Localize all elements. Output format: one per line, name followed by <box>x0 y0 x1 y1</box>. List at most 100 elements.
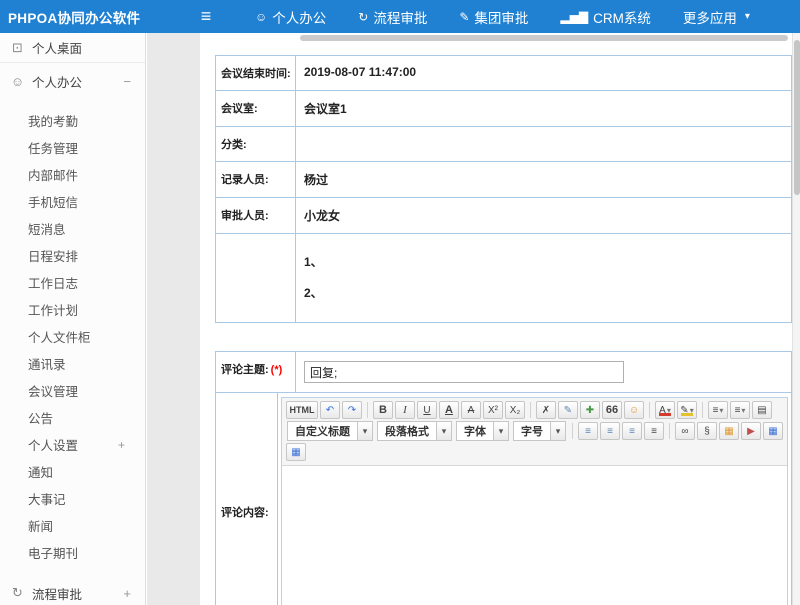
sidebar-group-personal-office[interactable]: ☺ 个人办公 − <box>0 63 145 99</box>
toolbar-separator <box>649 402 650 418</box>
nav-label: CRM系统 <box>593 7 651 27</box>
nav-more-apps[interactable]: 更多应用 ▾ <box>667 0 766 33</box>
sidebar-item[interactable]: 会议管理 <box>0 377 145 404</box>
anchor-button[interactable]: § <box>697 422 717 440</box>
paint-icon[interactable]: ✚ <box>580 401 600 419</box>
person-icon: ☺ <box>10 74 25 89</box>
sidebar-item[interactable]: 日程安排 <box>0 242 145 269</box>
sidebar-item[interactable]: 短消息 <box>0 215 145 242</box>
sidebar-item-label: 新闻 <box>28 516 53 535</box>
insert-media-button[interactable]: ▶ <box>741 422 761 440</box>
editor-toolbar: HTML ↶ ↷ B I U A A X² X₂ <box>282 398 787 466</box>
sidebar-item[interactable]: 个人文件柜 <box>0 323 145 350</box>
italic-button[interactable]: I <box>395 401 415 419</box>
nav-process-approval[interactable]: ↻ 流程审批 <box>342 0 443 33</box>
field-label <box>216 234 296 322</box>
meeting-content-row: 1、 2、 <box>215 234 792 323</box>
caret-down-icon[interactable]: ▾ <box>550 422 565 440</box>
sidebar-item[interactable]: 手机短信 <box>0 188 145 215</box>
sidebar-item[interactable]: 工作日志 <box>0 269 145 296</box>
toolbar-separator <box>669 423 670 439</box>
nav-group-approval[interactable]: ✎ 集团审批 <box>443 0 544 33</box>
sidebar-item[interactable]: 电子期刊 <box>0 539 145 566</box>
custom-heading-select[interactable]: 自定义标题 ▾ <box>287 421 373 441</box>
sidebar-item[interactable]: 内部邮件 <box>0 161 145 188</box>
field-value <box>296 127 791 161</box>
nav-personal-office[interactable]: ☺ 个人办公 <box>239 0 342 33</box>
sidebar-item[interactable]: 新闻 <box>0 512 145 539</box>
form-row: 分类: <box>215 127 792 162</box>
person-icon: ☺ <box>255 10 267 24</box>
sidebar-item[interactable]: 工作计划 <box>0 296 145 323</box>
comment-subject-input[interactable] <box>304 361 624 383</box>
caret-down-icon[interactable]: ▾ <box>357 422 372 440</box>
align-left-button[interactable]: ≡ <box>578 422 598 440</box>
form-row: 记录人员: 杨过 <box>215 162 792 198</box>
nav-crm-system[interactable]: ▂▅▇ CRM系统 <box>544 0 666 33</box>
sidebar-item[interactable]: 通知 <box>0 458 145 485</box>
font-color-button[interactable]: A▾ <box>655 401 675 419</box>
ordered-list-button[interactable]: ≡▾ <box>708 401 728 419</box>
highlight-color-button[interactable]: ✎▾ <box>677 401 697 419</box>
toolbar-row-1: HTML ↶ ↷ B I U A A X² X₂ <box>285 400 784 420</box>
field-label: 记录人员: <box>216 162 296 197</box>
sidebar-item-label: 大事记 <box>28 489 66 508</box>
nav-label: 集团审批 <box>474 7 528 27</box>
field-value: 杨过 <box>296 162 791 197</box>
superscript-button[interactable]: X² <box>483 401 503 419</box>
align-center-button[interactable]: ≡ <box>600 422 620 440</box>
expand-icon[interactable]: + <box>123 586 131 601</box>
sidebar-item-label: 通讯录 <box>28 354 66 373</box>
required-mark: (*) <box>271 364 283 376</box>
align-justify-button[interactable]: ≡ <box>644 422 664 440</box>
insert-image-button[interactable]: ▦ <box>719 422 739 440</box>
sidebar: ⊡ 个人桌面 ☺ 个人办公 − 我的考勤 任务管理 内部邮件 <box>0 33 146 605</box>
bold-button[interactable]: B <box>373 401 393 419</box>
sidebar-item-label: 工作日志 <box>28 273 78 292</box>
sidebar-item-desktop[interactable]: ⊡ 个人桌面 <box>0 33 145 63</box>
select-value: 字体 <box>457 423 493 439</box>
page-break-icon[interactable]: ▤ <box>752 401 772 419</box>
sidebar-item-label: 内部邮件 <box>28 165 78 184</box>
sidebar-group-process-approval[interactable]: ↻ 流程审批 + <box>0 576 145 605</box>
font-style-button[interactable]: A <box>439 401 459 419</box>
strikethrough-button[interactable]: A <box>461 401 481 419</box>
undo-button[interactable]: ↶ <box>320 401 340 419</box>
paragraph-format-select[interactable]: 段落格式 ▾ <box>377 421 452 441</box>
font-family-select[interactable]: 字体 ▾ <box>456 421 509 441</box>
caret-down-icon: ▾ <box>690 406 694 415</box>
vertical-scrollbar[interactable] <box>792 33 800 605</box>
editor-content-area[interactable] <box>282 466 787 605</box>
caret-down-icon[interactable]: ▾ <box>493 422 508 440</box>
sidebar-item[interactable]: 我的考勤 <box>0 107 145 134</box>
chart-icon: ▂▅▇ <box>560 10 588 24</box>
sidebar-item[interactable]: 个人设置 + <box>0 431 145 458</box>
html-source-button[interactable]: HTML <box>286 401 318 419</box>
format-brush-icon[interactable]: ✎ <box>558 401 578 419</box>
collapse-icon[interactable]: − <box>123 74 131 89</box>
horizontal-scrollbar[interactable] <box>300 35 788 41</box>
calendar-icon[interactable]: ▦ <box>286 443 306 461</box>
font-size-select[interactable]: 字号 ▾ <box>513 421 566 441</box>
blockquote-button[interactable]: 66 <box>602 401 622 419</box>
save-button[interactable]: ▦ <box>763 422 783 440</box>
sidebar-item[interactable]: 任务管理 <box>0 134 145 161</box>
scrollbar-thumb[interactable] <box>794 40 800 195</box>
nav-label: 更多应用 <box>683 7 737 27</box>
underline-button[interactable]: U <box>417 401 437 419</box>
redo-button[interactable]: ↷ <box>342 401 362 419</box>
bullet-list-button[interactable]: ≡▾ <box>730 401 750 419</box>
subscript-button[interactable]: X₂ <box>505 401 525 419</box>
align-right-button[interactable]: ≡ <box>622 422 642 440</box>
sidebar-item-label: 任务管理 <box>28 138 78 157</box>
sidebar-item[interactable]: 大事记 <box>0 485 145 512</box>
link-button[interactable]: ∞ <box>675 422 695 440</box>
caret-down-icon[interactable]: ▾ <box>436 422 451 440</box>
eraser-icon[interactable]: ✗ <box>536 401 556 419</box>
emoticon-icon[interactable]: ☺ <box>624 401 644 419</box>
sidebar-subitems: 我的考勤 任务管理 内部邮件 手机短信 <box>0 99 145 568</box>
sidebar-item[interactable]: 通讯录 <box>0 350 145 377</box>
sidebar-item[interactable]: 公告 <box>0 404 145 431</box>
comment-content-row: 评论内容: HTML ↶ ↷ B I U A <box>215 393 792 605</box>
menu-icon[interactable]: ≡ <box>195 0 217 33</box>
